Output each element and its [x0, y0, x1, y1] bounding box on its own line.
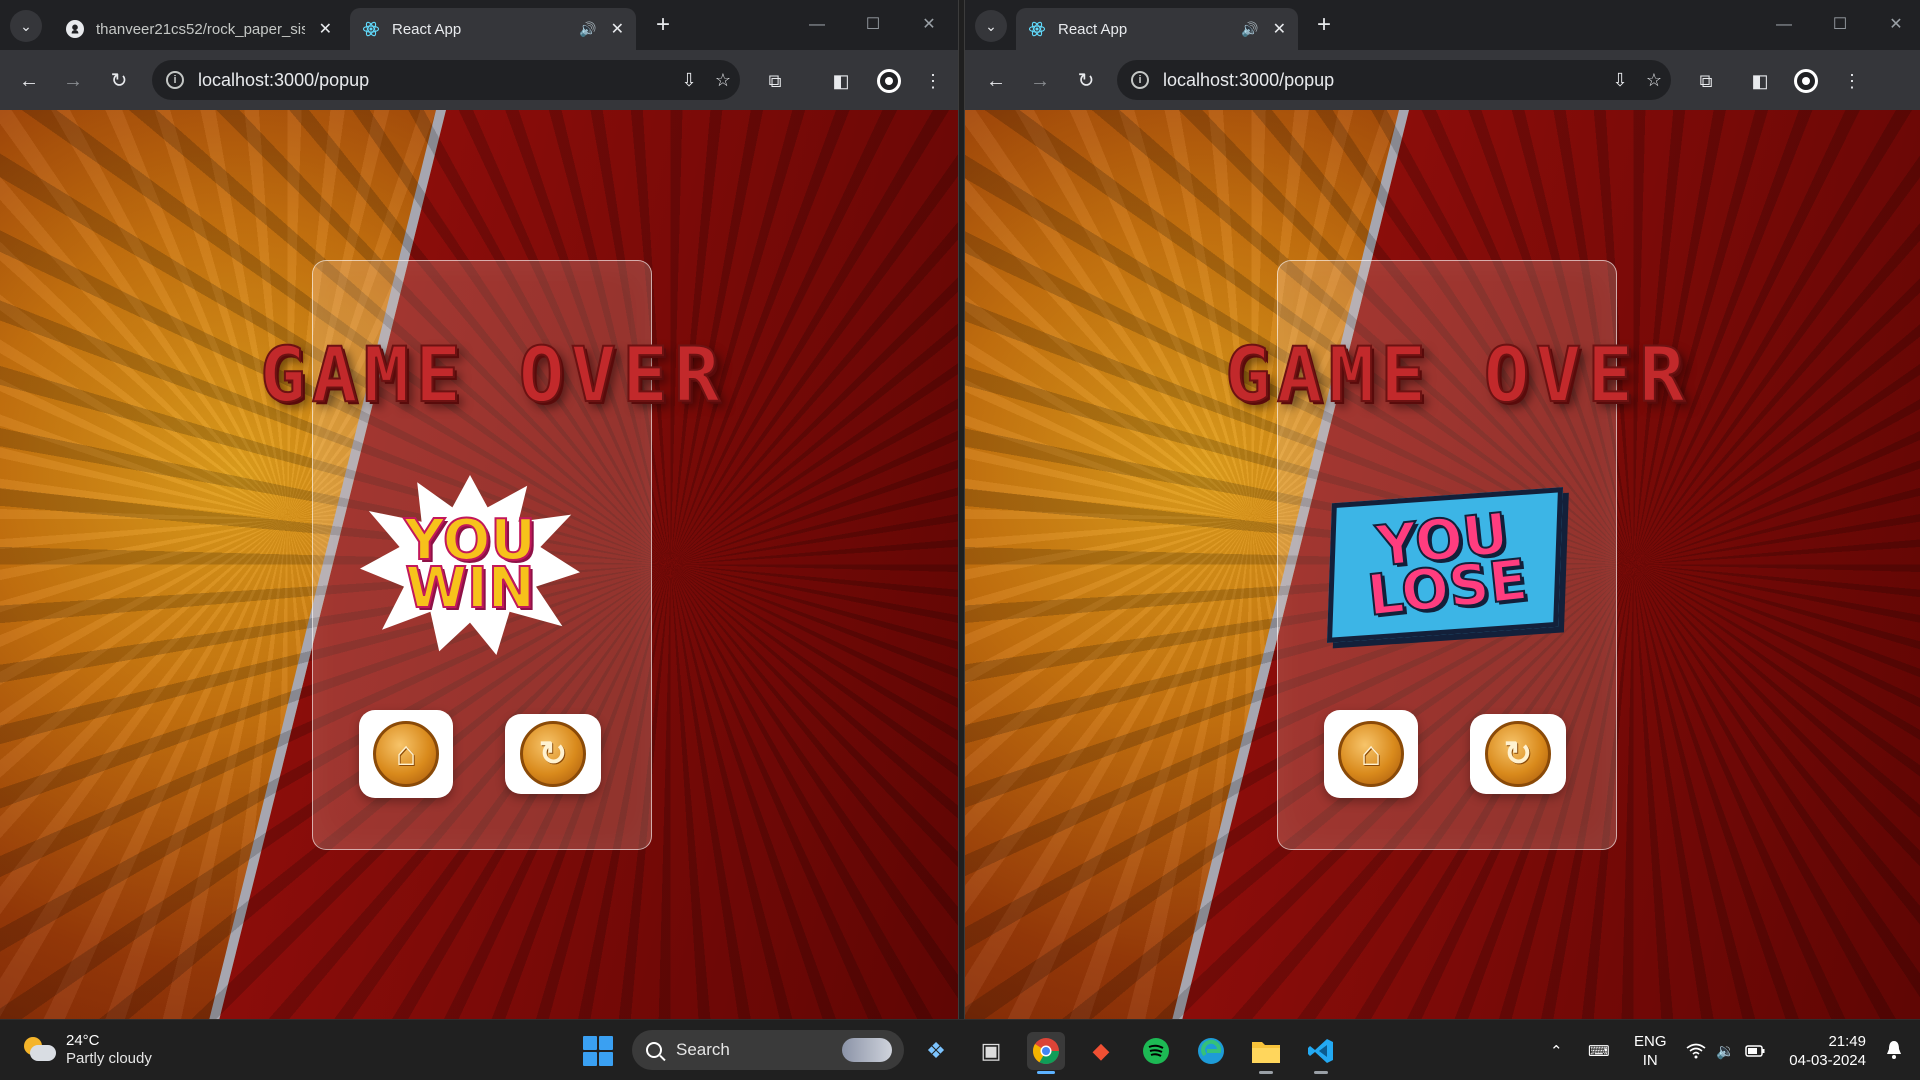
search-highlight-image — [842, 1038, 892, 1062]
result-line-2: WIN — [404, 556, 535, 621]
spotify-icon[interactable] — [1137, 1032, 1175, 1070]
install-app-icon[interactable]: ⇩ — [672, 70, 706, 91]
replay-button[interactable]: ↻ — [1470, 714, 1566, 794]
game-over-title: GAME OVER — [1224, 329, 1691, 420]
task-view-icon[interactable]: ▣ — [972, 1032, 1010, 1070]
browser-toolbar: ← → ↻ i localhost:3000/popup ⇩ ☆ ⧉ ◧ ⋮ — [965, 50, 1920, 110]
minimize-icon[interactable]: — — [1769, 12, 1799, 38]
volume-icon[interactable]: 🔉 — [1716, 1020, 1735, 1080]
speaker-icon[interactable]: 🔊 — [579, 21, 596, 38]
close-tab-icon[interactable]: ✕ — [1273, 19, 1286, 39]
side-panel-icon[interactable]: ◧ — [1745, 66, 1775, 96]
reload-icon[interactable]: ↻ — [104, 66, 134, 96]
git-icon[interactable]: ◆ — [1082, 1032, 1120, 1070]
side-panel-icon[interactable]: ◧ — [826, 66, 856, 96]
result-line-2: LOSE — [1364, 547, 1532, 630]
home-button[interactable]: ⌂ — [1324, 710, 1418, 798]
extensions-icon[interactable]: ⧉ — [760, 66, 790, 96]
you-lose-badge: YOU LOSE — [1325, 480, 1565, 650]
clock-date: 04-03-2024 — [1789, 1052, 1866, 1069]
new-tab-button[interactable]: + — [649, 12, 677, 40]
close-window-icon[interactable]: ✕ — [1881, 12, 1911, 38]
weather-widget[interactable]: 24°C Partly cloudy — [22, 1032, 152, 1068]
address-bar[interactable]: i localhost:3000/popup ⇩ ☆ — [1117, 60, 1671, 100]
file-explorer-icon[interactable] — [1247, 1032, 1285, 1074]
home-icon: ⌂ — [1338, 721, 1404, 787]
browser-window-right: ⌄ React App 🔊 ✕ + — ☐ ✕ ← → ↻ i localhos… — [964, 0, 1920, 1019]
search-placeholder: Search — [676, 1040, 730, 1059]
weather-desc: Partly cloudy — [66, 1050, 152, 1067]
language-indicator[interactable]: ENG IN — [1634, 1032, 1667, 1070]
battery-icon[interactable] — [1745, 1020, 1765, 1080]
url-text: localhost:3000/popup — [1163, 69, 1335, 90]
browser-toolbar: ← → ↻ i localhost:3000/popup ⇩ ☆ ⧉ ◧ ⋮ — [0, 50, 958, 110]
chrome-icon[interactable] — [1027, 1032, 1065, 1074]
forward-icon[interactable]: → — [1025, 66, 1055, 96]
taskbar-search[interactable]: Search — [632, 1030, 904, 1070]
tab-strip: ⌄ thanveer21cs52/rock_paper_sis ✕ React … — [0, 0, 958, 50]
page-viewport: GAME OVER YOU LOSE ⌂ ↻ — [965, 110, 1920, 1019]
react-icon — [362, 20, 380, 38]
game-over-title: GAME OVER — [259, 329, 726, 420]
start-button[interactable] — [583, 1036, 613, 1066]
search-icon — [646, 1042, 662, 1058]
tab-title: thanveer21cs52/rock_paper_sis — [96, 20, 305, 38]
page-viewport: GAME OVER YOU WIN ⌂ ↻ — [0, 110, 958, 1019]
tab-search-button[interactable]: ⌄ — [10, 10, 42, 42]
react-icon — [1028, 20, 1046, 38]
menu-icon[interactable]: ⋮ — [1837, 66, 1867, 96]
tab-title: React App — [1058, 20, 1128, 38]
partly-cloudy-icon — [22, 1035, 56, 1065]
desktop: ⌄ thanveer21cs52/rock_paper_sis ✕ React … — [0, 0, 1920, 1080]
clock[interactable]: 21:49 04-03-2024 — [1789, 1032, 1866, 1070]
profile-avatar[interactable] — [1791, 66, 1821, 96]
minimize-icon[interactable]: — — [802, 12, 832, 38]
wifi-icon[interactable] — [1686, 1020, 1706, 1080]
bookmark-star-icon[interactable]: ☆ — [706, 70, 740, 91]
browser-window-left: ⌄ thanveer21cs52/rock_paper_sis ✕ React … — [0, 0, 959, 1019]
github-icon — [66, 20, 84, 38]
keyboard-icon[interactable]: ⌨ — [1588, 1020, 1610, 1080]
site-info-icon[interactable]: i — [166, 71, 184, 89]
clock-time: 21:49 — [1828, 1033, 1866, 1050]
tab-strip: ⌄ React App 🔊 ✕ + — ☐ ✕ — [965, 0, 1920, 50]
close-tab-icon[interactable]: ✕ — [319, 19, 332, 39]
back-icon[interactable]: ← — [14, 66, 44, 96]
home-icon: ⌂ — [373, 721, 439, 787]
url-text: localhost:3000/popup — [198, 69, 370, 90]
maximize-icon[interactable]: ☐ — [858, 12, 888, 38]
weather-temp: 24°C — [66, 1032, 100, 1049]
taskbar: 24°C Partly cloudy Search ❖ ▣ ◆ ⌃ ⌨ ENG … — [0, 1019, 1920, 1080]
menu-icon[interactable]: ⋮ — [918, 66, 948, 96]
speaker-icon[interactable]: 🔊 — [1241, 21, 1258, 38]
notification-bell-icon[interactable] — [1886, 1040, 1902, 1060]
site-info-icon[interactable]: i — [1131, 71, 1149, 89]
reload-icon[interactable]: ↻ — [1071, 66, 1101, 96]
profile-avatar[interactable] — [874, 66, 904, 96]
new-tab-button[interactable]: + — [1310, 12, 1338, 40]
maximize-icon[interactable]: ☐ — [1825, 12, 1855, 38]
widgets-icon[interactable]: ❖ — [917, 1032, 955, 1070]
close-window-icon[interactable]: ✕ — [914, 12, 944, 38]
you-win-badge: YOU WIN — [355, 470, 585, 660]
extensions-icon[interactable]: ⧉ — [1691, 66, 1721, 96]
tab-github[interactable]: thanveer21cs52/rock_paper_sis ✕ — [54, 8, 344, 50]
tab-search-button[interactable]: ⌄ — [975, 10, 1007, 42]
replay-button[interactable]: ↻ — [505, 714, 601, 794]
back-icon[interactable]: ← — [981, 66, 1011, 96]
address-bar[interactable]: i localhost:3000/popup ⇩ ☆ — [152, 60, 740, 100]
bookmark-star-icon[interactable]: ☆ — [1637, 70, 1671, 91]
replay-icon: ↻ — [520, 721, 586, 787]
vscode-icon[interactable] — [1302, 1032, 1340, 1074]
show-hidden-icons[interactable]: ⌃ — [1550, 1020, 1563, 1080]
close-tab-icon[interactable]: ✕ — [611, 19, 624, 39]
replay-icon: ↻ — [1485, 721, 1551, 787]
forward-icon[interactable]: → — [58, 66, 88, 96]
tab-react-app[interactable]: React App 🔊 ✕ — [1016, 8, 1298, 50]
edge-icon[interactable] — [1192, 1032, 1230, 1070]
home-button[interactable]: ⌂ — [359, 710, 453, 798]
install-app-icon[interactable]: ⇩ — [1603, 70, 1637, 91]
tab-title: React App — [392, 20, 462, 38]
tab-react-app[interactable]: React App 🔊 ✕ — [350, 8, 636, 50]
